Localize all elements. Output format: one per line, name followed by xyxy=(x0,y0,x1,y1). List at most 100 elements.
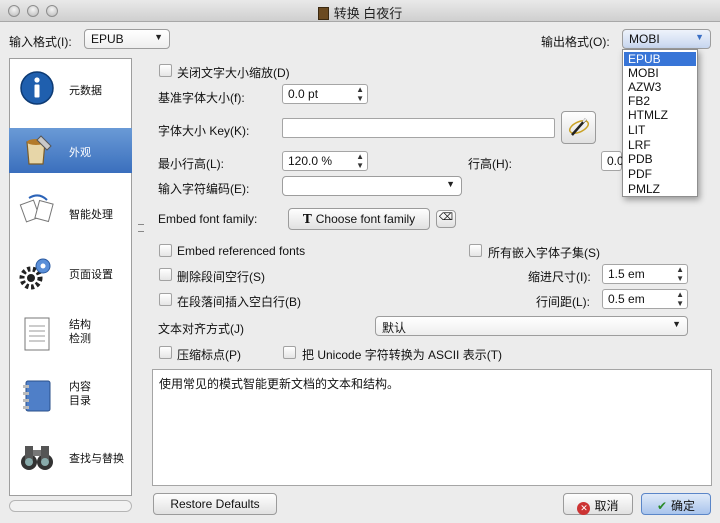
output-format-option[interactable]: LIT xyxy=(624,123,696,137)
output-format-value: MOBI xyxy=(629,32,660,46)
sidebar-item-label: 结构 检测 xyxy=(69,319,91,345)
document-icon xyxy=(24,317,50,351)
window-title-text: 转换 白夜行 xyxy=(333,6,403,21)
cancel-icon: ✕ xyxy=(577,502,591,515)
font-icon: T xyxy=(302,212,312,226)
stepper-arrows-icon: ▲ ▼ xyxy=(676,290,684,308)
magic-wand-icon xyxy=(568,118,589,136)
output-format-option[interactable]: PDB xyxy=(624,152,696,166)
stepper-arrows-icon: ▲ ▼ xyxy=(356,85,364,103)
sidebar-item-search-replace[interactable]: 查找与替换 xyxy=(9,434,132,479)
font-size-wizard-button[interactable] xyxy=(561,111,596,144)
insert-blank-line-checkbox[interactable] xyxy=(159,293,172,306)
chevron-down-icon: ▼ xyxy=(446,179,455,189)
disable-font-rescaling-checkbox[interactable] xyxy=(159,64,172,77)
line-height-label: 行高(H): xyxy=(468,157,512,171)
indent-size-spinner[interactable]: 1.5 em ▲ ▼ xyxy=(602,264,688,284)
sidebar-item-label: 查找与替换 xyxy=(69,453,124,465)
book-icon xyxy=(317,7,329,20)
output-format-option[interactable]: LRF xyxy=(624,138,696,152)
sidebar-item-heuristics[interactable]: 智能处理 xyxy=(9,190,132,235)
insert-blank-line-label: 在段落间插入空白行(B) xyxy=(177,295,301,309)
remove-paragraph-spacing-label: 删除段间空行(S) xyxy=(177,270,265,284)
splitter-grip xyxy=(138,224,144,232)
text-justification-select[interactable]: 默认 ▼ xyxy=(375,316,688,336)
sidebar-item-page-setup[interactable]: 页面设置 xyxy=(9,250,132,295)
choose-font-family-label: Choose font family xyxy=(315,212,416,226)
sidebar-item-label: 外观 xyxy=(69,147,91,159)
sidebar-item-label: 智能处理 xyxy=(69,209,113,221)
notebook-icon xyxy=(23,380,51,412)
chevron-down-icon: ▼ xyxy=(695,32,704,42)
sidebar-item-label: 元数据 xyxy=(69,85,102,97)
sidebar-item-table-of-contents[interactable]: 内容 目录 xyxy=(9,374,132,419)
info-icon xyxy=(20,71,54,105)
stepper-arrows-icon: ▲ ▼ xyxy=(356,152,364,170)
font-size-key-label: 字体大小 Key(K): xyxy=(158,124,250,138)
smarten-punctuation-checkbox[interactable] xyxy=(159,346,172,359)
line-spacing-value: 0.5 em xyxy=(608,292,645,306)
output-format-dropdown: EPUB MOBI AZW3 FB2 HTMLZ LIT LRF PDB PDF… xyxy=(622,49,698,197)
sidebar-item-metadata[interactable]: 元数据 xyxy=(9,66,132,111)
sidebar-item-structure-detection[interactable]: 结构 检测 xyxy=(9,312,132,357)
output-format-option[interactable]: AZW3 xyxy=(624,80,696,94)
chevron-down-icon: ▼ xyxy=(154,32,163,42)
sidebar-item-label: 页面设置 xyxy=(69,269,113,281)
font-size-key-input[interactable] xyxy=(282,118,555,138)
binoculars-icon xyxy=(21,446,53,470)
cancel-label: 取消 xyxy=(594,499,619,513)
subset-all-fonts-checkbox[interactable] xyxy=(469,244,482,257)
sidebar-item-look-and-feel[interactable]: 外观 xyxy=(9,128,132,173)
documents-arrow-icon xyxy=(19,194,54,223)
remove-paragraph-spacing-checkbox[interactable] xyxy=(159,268,172,281)
output-format-select[interactable]: MOBI ▼ xyxy=(622,29,711,49)
ok-button[interactable]: ✔ 确定 xyxy=(641,493,711,515)
help-description: 使用常见的模式智能更新文档的文本和结构。 xyxy=(152,369,712,486)
sidebar-scrollbar[interactable] xyxy=(9,500,132,512)
input-encoding-combobox[interactable]: ▼ xyxy=(282,176,462,196)
base-font-size-label: 基准字体大小(f): xyxy=(158,91,245,105)
stepper-arrows-icon: ▲ ▼ xyxy=(676,265,684,283)
unicode-to-ascii-checkbox[interactable] xyxy=(283,346,296,359)
splitter[interactable] xyxy=(137,58,145,496)
chevron-down-icon: ▼ xyxy=(672,319,681,329)
choose-font-family-button[interactable]: T Choose font family xyxy=(288,208,430,230)
line-spacing-spinner[interactable]: 0.5 em ▲ ▼ xyxy=(602,289,688,309)
indent-size-value: 1.5 em xyxy=(608,267,645,281)
embed-font-family-label: Embed font family: xyxy=(158,212,258,226)
output-format-option[interactable]: FB2 xyxy=(624,94,696,108)
base-font-size-spinner[interactable]: 0.0 pt ▲ ▼ xyxy=(282,84,368,104)
min-line-height-value: 120.0 % xyxy=(288,154,333,168)
input-format-select[interactable]: EPUB ▼ xyxy=(84,29,170,49)
indent-size-label: 缩进尺寸(I): xyxy=(528,270,591,284)
embed-referenced-fonts-checkbox[interactable] xyxy=(159,244,172,257)
subset-all-fonts-label: 所有嵌入字体子集(S) xyxy=(488,246,600,260)
min-line-height-spinner[interactable]: 120.0 % ▲ ▼ xyxy=(282,151,368,171)
clear-icon: ⌫ xyxy=(438,212,454,223)
input-format-label: 输入格式(I): xyxy=(9,35,72,49)
input-encoding-label: 输入字符编码(E): xyxy=(158,182,250,196)
input-format-value: EPUB xyxy=(91,32,124,46)
cancel-button[interactable]: ✕ 取消 xyxy=(563,493,633,515)
disable-font-rescaling-label: 关闭文字大小缩放(D) xyxy=(177,66,290,80)
output-format-option[interactable]: EPUB xyxy=(624,52,696,66)
sidebar-item-label: 内容 目录 xyxy=(69,381,91,407)
restore-defaults-button[interactable]: Restore Defaults xyxy=(153,493,277,515)
output-format-option[interactable]: PMLZ xyxy=(624,182,696,196)
text-justification-value: 默认 xyxy=(382,321,407,335)
gear-icon xyxy=(19,258,51,290)
checkmark-icon: ✔ xyxy=(656,499,668,513)
text-justification-label: 文本对齐方式(J) xyxy=(158,322,244,336)
output-format-option[interactable]: HTMLZ xyxy=(624,108,696,122)
ok-label: 确定 xyxy=(671,499,696,513)
line-height-spinner[interactable]: 0.0 xyxy=(601,151,624,171)
clear-font-family-button[interactable]: ⌫ xyxy=(436,210,456,228)
output-format-option[interactable]: PDF xyxy=(624,167,696,181)
window-title: 转换 白夜行 xyxy=(0,3,720,22)
line-spacing-label: 行间距(L): xyxy=(536,295,591,309)
output-format-option[interactable]: MOBI xyxy=(624,66,696,80)
min-line-height-label: 最小行高(L): xyxy=(158,157,225,171)
paint-bucket-icon xyxy=(26,135,52,165)
smarten-punctuation-label: 压缩标点(P) xyxy=(177,348,241,362)
embed-referenced-fonts-label: Embed referenced fonts xyxy=(177,244,306,258)
